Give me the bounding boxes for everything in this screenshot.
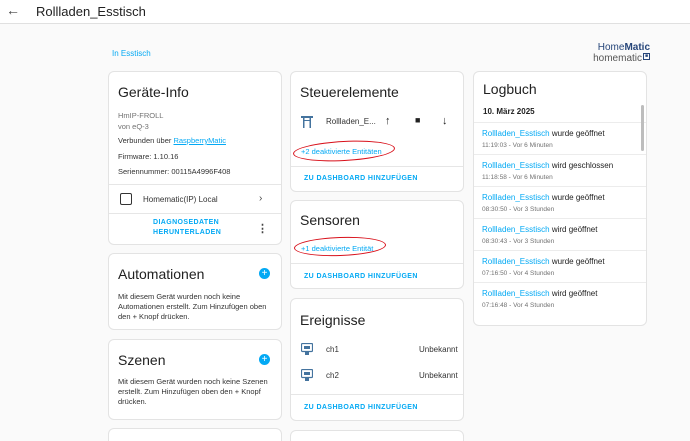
logbook-action: wird geöffnet	[549, 225, 598, 234]
controls-add-dashboard-button[interactable]: ZU DASHBOARD HINZUFÜGEN	[304, 175, 418, 182]
remote-button-icon	[301, 343, 313, 355]
connected-via-label: Verbunden über	[118, 136, 174, 145]
logbook-entry: Rollladen_Esstisch wird geöffnet 07:16:4…	[474, 282, 646, 314]
logbook-entity-link[interactable]: Rollladen_Esstisch	[482, 129, 550, 138]
serial-number: Seriennummer: 00115A4996F408	[118, 167, 231, 176]
automations-title: Automationen	[118, 266, 205, 282]
homematic-logo: HomeMatic homematic ■	[578, 42, 650, 66]
logbook-entity-link[interactable]: Rollladen_Esstisch	[482, 193, 550, 202]
logbook-entity-link[interactable]: Rollladen_Esstisch	[482, 225, 550, 234]
logbook-entity-link[interactable]: Rollladen_Esstisch	[482, 257, 550, 266]
download-diagnostics-line1[interactable]: DIAGNOSEDATEN	[153, 219, 219, 226]
download-diagnostics-line2[interactable]: HERUNTERLADEN	[153, 229, 221, 236]
controls-divider	[291, 166, 463, 167]
logo-icon: ■	[643, 53, 650, 60]
logbook-action: wurde geöffnet	[549, 193, 605, 202]
scenes-card: Szenen + Mit diesem Gerät wurden noch ke…	[108, 339, 282, 420]
event-name[interactable]: ch1	[326, 345, 339, 355]
device-info-card: Geräte-Info HmIP-FROLL von eQ-3 Verbunde…	[108, 71, 282, 245]
events-add-dashboard-button[interactable]: ZU DASHBOARD HINZUFÜGEN	[304, 404, 418, 411]
event-state: Unbekannt	[419, 371, 458, 380]
cover-stop-icon[interactable]: ■	[415, 115, 420, 125]
more-vert-icon[interactable]: ⋮	[257, 222, 268, 235]
next-card	[290, 430, 464, 441]
sensors-add-dashboard-button[interactable]: ZU DASHBOARD HINZUFÜGEN	[304, 273, 418, 280]
scripts-card	[108, 428, 282, 441]
integration-icon	[120, 193, 132, 205]
logbook-time: 08:30:50 - Vor 3 Stunden	[482, 206, 555, 213]
integration-divider	[109, 213, 281, 214]
logbook-action: wurde geöffnet	[549, 257, 605, 266]
logbook-entry: Rollladen_Esstisch wurde geöffnet 08:30:…	[474, 186, 646, 218]
controls-entity-name[interactable]: Rollladen_E...	[326, 117, 376, 127]
remote-button-icon	[301, 369, 313, 381]
logbook-action: wurde geöffnet	[549, 129, 605, 138]
cover-close-icon[interactable]: ↓	[442, 115, 448, 127]
logbook-title: Logbuch	[483, 81, 537, 97]
logbook-date: 10. März 2025	[483, 107, 535, 116]
logbook-time: 07:16:48 - Vor 4 Stunden	[482, 302, 555, 309]
firmware-version: Firmware: 1.10.16	[118, 152, 179, 161]
page-title: Rollladen_Esstisch	[36, 4, 146, 19]
logbook-scrollbar[interactable]	[641, 105, 644, 151]
add-automation-icon[interactable]: +	[259, 268, 270, 279]
integration-name[interactable]: Homematic(IP) Local	[143, 195, 218, 205]
logo-text-home: Home	[597, 42, 625, 53]
logbook-time: 08:30:43 - Vor 3 Stunden	[482, 238, 555, 245]
logbook-time: 11:18:58 - Vor 6 Minuten	[482, 174, 553, 181]
logbook-action: wird geschlossen	[549, 161, 614, 170]
controls-card: Steuerelemente Rollladen_E... ↑ ■ ↓ +2 d…	[290, 71, 464, 192]
event-state: Unbekannt	[419, 345, 458, 354]
logbook-entry: Rollladen_Esstisch wird geöffnet 08:30:4…	[474, 218, 646, 250]
device-info-title: Geräte-Info	[118, 84, 189, 100]
device-model: HmIP-FROLL	[118, 111, 164, 120]
logo-text-matic: Matic	[624, 42, 650, 53]
scenes-empty-text: Mit diesem Gerät wurden noch keine Szene…	[118, 377, 268, 406]
area-link[interactable]: In Esstisch	[112, 49, 151, 58]
device-vendor: von eQ-3	[118, 122, 149, 131]
device-info-divider	[109, 184, 281, 185]
blinds-icon	[301, 116, 313, 128]
chevron-right-icon[interactable]: ›	[259, 193, 262, 204]
back-arrow-icon[interactable]: ←	[6, 2, 20, 18]
controls-title: Steuerelemente	[300, 84, 399, 100]
sensors-divider	[291, 263, 463, 264]
logbook-action: wird geöffnet	[549, 289, 598, 298]
events-divider	[291, 394, 463, 395]
scenes-title: Szenen	[118, 352, 166, 368]
events-title: Ereignisse	[300, 312, 366, 328]
cover-open-icon[interactable]: ↑	[385, 115, 391, 127]
logbook-card: Logbuch 10. März 2025 Rollladen_Esstisch…	[473, 71, 647, 326]
raspberrymatic-link[interactable]: RaspberryMatic	[173, 136, 226, 145]
sensors-title: Sensoren	[300, 212, 360, 228]
automations-card: Automationen + Mit diesem Gerät wurden n…	[108, 253, 282, 330]
logbook-entry: Rollladen_Esstisch wurde geöffnet 07:16:…	[474, 250, 646, 282]
logo-text-homematic: homematic	[593, 53, 642, 64]
top-app-bar: ← Rollladen_Esstisch	[0, 0, 690, 24]
event-name[interactable]: ch2	[326, 371, 339, 381]
add-scene-icon[interactable]: +	[259, 354, 270, 365]
logbook-time: 11:19:03 - Vor 6 Minuten	[482, 142, 553, 149]
automations-empty-text: Mit diesem Gerät wurden noch keine Autom…	[118, 292, 267, 321]
events-card: Ereignisse ch1 Unbekannt ch2 Unbekannt Z…	[290, 298, 464, 421]
logbook-entity-link[interactable]: Rollladen_Esstisch	[482, 289, 550, 298]
logbook-entry: Rollladen_Esstisch wurde geöffnet 11:19:…	[474, 122, 646, 154]
logbook-entity-link[interactable]: Rollladen_Esstisch	[482, 161, 550, 170]
logbook-time: 07:16:50 - Vor 4 Stunden	[482, 270, 555, 277]
logbook-entry: Rollladen_Esstisch wird geschlossen 11:1…	[474, 154, 646, 186]
connected-via: Verbunden über RaspberryMatic	[118, 136, 226, 146]
